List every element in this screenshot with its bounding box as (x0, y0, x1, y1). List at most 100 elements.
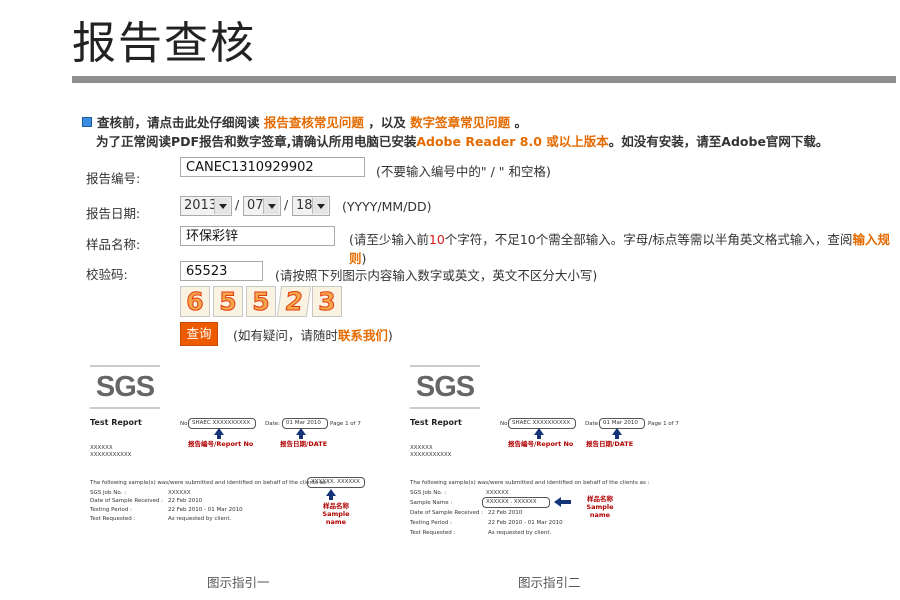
captcha-hint: (请按照下列图示内容输入数字或英文，英文不区分大小写) (275, 268, 598, 283)
info-row-key: SGS Job No. : (410, 490, 446, 496)
faq-link[interactable]: 报告查核常见问题 (264, 115, 364, 130)
annotation-text: 样品名称 (323, 502, 349, 510)
hint-text: 个字符，不足 (444, 232, 520, 247)
title-divider (72, 76, 896, 83)
query-button[interactable]: 查询 (180, 322, 218, 346)
contact-us-link[interactable]: 联系我们 (338, 328, 388, 343)
page-title: 报告查核 (72, 18, 256, 69)
intro-text: The following sample(s) was/were submitt… (410, 480, 650, 486)
hint-text: 个需全部输入。字母/标点等需以半角英文格式输入，查阅 (535, 232, 853, 247)
doc-date-box: 01 Mar 2010 (599, 418, 645, 429)
captcha-char: 2 (276, 286, 312, 317)
address-line: XXXXXX (410, 445, 433, 451)
sample-name-input[interactable]: 环保彩锌 (180, 226, 335, 246)
day-select[interactable]: 18 (292, 196, 330, 216)
info-row-key: Date of Sample Received : (410, 510, 483, 516)
doc-title: Test Report (410, 418, 462, 427)
captcha-char: 5 (213, 286, 243, 317)
sgs-logo: SGS (90, 365, 160, 409)
hint-text: ) (387, 328, 393, 343)
month-value: 07 (247, 198, 264, 213)
guide-figure-1: SGS Test Report No. SHAEC XXXXXXXXXX Dat… (90, 365, 390, 550)
annotation-text: Sample name (586, 503, 614, 519)
info-row-key: Sample Name : (410, 500, 453, 506)
month-select[interactable]: 07 (243, 196, 281, 216)
info-row-value: 22 Feb 2010 - 01 Mar 2010 (168, 507, 243, 513)
guide-figure-2: SGS Test Report No. SHAEC XXXXXXXXXX Dat… (410, 365, 710, 550)
notice-text: 。如没有安装，请至Adobe官网下载。 (608, 134, 829, 149)
date-annotation: 报告日期/DATE (586, 438, 633, 448)
doc-page: Page 1 of 7 (648, 421, 679, 427)
hint-count: 10 (519, 232, 536, 247)
notice-line-1: 查核前，请点击此处仔细阅读 报告查核常见问题 ，以及 数字签章常见问题 。 (82, 113, 828, 132)
signature-faq-link[interactable]: 数字签章常见问题 (410, 115, 510, 130)
address-line: XXXXXXXXXXX (90, 452, 132, 458)
annotation-text: 样品名称 (587, 495, 613, 503)
sample-name-box: XXXXXX . XXXXXX (482, 497, 550, 508)
figure-caption: 图示指引二 (518, 575, 581, 590)
sample-annotation: 样品名称 Sample name (312, 500, 360, 526)
address-line: XXXXXXXXXXX (410, 452, 452, 458)
report-number-input[interactable]: CANEC1310929902 (180, 157, 365, 177)
annotation-text: Sample name (322, 510, 350, 526)
report-date-label: 报告日期: (86, 206, 141, 221)
info-row-key: Date of Sample Received : (90, 498, 163, 504)
sgs-logo: SGS (410, 365, 480, 409)
captcha-label: 校验码: (86, 267, 128, 282)
doc-date-label: Date: (265, 421, 280, 427)
info-row-key: SGS Job No. : (90, 490, 126, 496)
hint-text: (如有疑问，请随时 (233, 328, 338, 343)
report-number-hint: (不要输入编号中的" / " 和空格) (376, 164, 551, 179)
notice-text: 查核前，请点击此处仔细阅读 (97, 115, 260, 130)
info-row-value: As requested by client. (488, 530, 552, 536)
hint-count: 10 (428, 232, 445, 247)
adobe-reader-link[interactable]: Adobe Reader 8.0 或以上版本 (416, 134, 608, 149)
info-row-key: Testing Period : (90, 507, 132, 513)
annotation-text: /Report No (214, 440, 254, 448)
info-row-key: Test Requested : (90, 516, 136, 522)
sample-annotation: 样品名称 Sample name (576, 493, 624, 519)
intro-text: The following sample(s) was/were submitt… (90, 480, 330, 486)
contact-hint: (如有疑问，请随时联系我们) (233, 325, 393, 344)
annotation-text: /DATE (612, 440, 634, 448)
address-line: XXXXXX (90, 445, 113, 451)
report-number-label: 报告编号: (86, 171, 141, 186)
year-select[interactable]: 2013 (180, 196, 232, 216)
date-separator: / (284, 197, 289, 212)
notice-text: 。 (514, 115, 528, 130)
captcha-char: 6 (180, 286, 210, 317)
arrow-up-icon (534, 428, 544, 439)
sample-name-label: 样品名称: (86, 237, 141, 252)
info-row-value: XXXXXX (168, 490, 191, 496)
doc-date-label: Date: (585, 421, 600, 427)
report-no-annotation: 报告编号/Report No (508, 438, 573, 448)
hint-text: ) (361, 251, 367, 266)
square-bullet-icon (82, 117, 92, 127)
captcha-char: 3 (312, 286, 342, 317)
arrow-up-icon (612, 428, 622, 439)
chevron-down-icon (263, 198, 279, 214)
captcha-input[interactable]: 65523 (180, 261, 263, 281)
info-row-key: Test Requested : (410, 530, 456, 536)
annotation-text: /Report No (534, 440, 574, 448)
arrow-up-icon (326, 489, 336, 500)
figure-caption: 图示指引一 (207, 575, 270, 590)
notice-line-2: 为了正常阅读PDF报告和数字签章,请确认所用电脑已安装Adobe Reader … (82, 132, 828, 151)
doc-title: Test Report (90, 418, 142, 427)
doc-page: Page 1 of 7 (330, 421, 361, 427)
info-row-value: 22 Feb 2010 - 01 Mar 2010 (488, 520, 563, 526)
notice-text: 为了正常阅读PDF报告和数字签章,请确认所用电脑已安装 (96, 134, 417, 149)
arrow-up-icon (214, 428, 224, 439)
captcha-char: 5 (246, 286, 276, 317)
captcha-image: 6 5 5 2 3 (180, 286, 342, 317)
info-row-value: As requested by client. (168, 516, 232, 522)
sample-name-box: XXXXXX. XXXXXX (307, 477, 365, 488)
hint-text: (请至少输入前 (349, 232, 429, 247)
info-row-value: 22 Feb 2010 (168, 498, 203, 504)
date-separator: / (235, 197, 240, 212)
chevron-down-icon (312, 198, 328, 214)
date-annotation: 报告日期/DATE (280, 438, 327, 448)
annotation-text: 报告日期 (586, 440, 612, 448)
annotation-text: /DATE (306, 440, 328, 448)
info-row-key: Testing Period : (410, 520, 452, 526)
